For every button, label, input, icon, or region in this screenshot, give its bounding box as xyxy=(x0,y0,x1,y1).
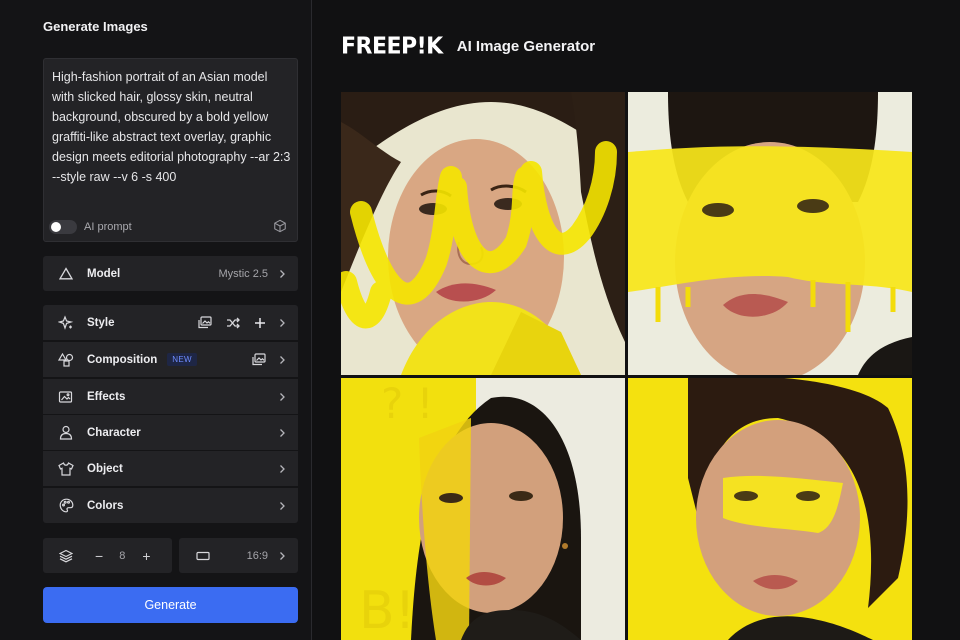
generated-image-1[interactable] xyxy=(341,92,625,375)
prompt-textarea[interactable]: High-fashion portrait of an Asian model … xyxy=(43,58,298,242)
image-reference-icon[interactable] xyxy=(198,316,212,329)
image-count-value: 8 xyxy=(119,549,126,562)
layers-icon xyxy=(59,549,73,562)
add-icon[interactable] xyxy=(254,317,266,329)
chevron-right-icon xyxy=(280,464,285,473)
product-title: AI Image Generator xyxy=(456,38,596,55)
chevron-right-icon xyxy=(280,392,285,401)
panel-title: Generate Images xyxy=(43,19,148,34)
prompt-text[interactable]: High-fashion portrait of an Asian model … xyxy=(52,67,292,187)
generated-image-2[interactable] xyxy=(628,92,912,375)
generate-button[interactable]: Generate xyxy=(43,587,298,623)
option-colors[interactable]: Colors xyxy=(43,488,298,523)
chevron-right-icon xyxy=(280,551,285,560)
chevron-right-icon xyxy=(280,318,285,327)
palette-icon xyxy=(58,498,74,514)
option-composition[interactable]: Composition NEW xyxy=(43,342,298,377)
freepik-logo[interactable]: FREEP!K xyxy=(341,33,443,59)
shuffle-icon[interactable] xyxy=(226,317,240,329)
generated-image-3[interactable]: ? ! B!O xyxy=(341,378,625,640)
option-effects[interactable]: Effects xyxy=(43,379,298,414)
person-icon xyxy=(58,425,74,441)
option-character[interactable]: Character xyxy=(43,415,298,450)
triangle-icon xyxy=(58,266,74,282)
model-value: Mystic 2.5 xyxy=(218,267,268,280)
shapes-icon xyxy=(58,352,74,368)
brand-header: FREEP!K AI Image Generator xyxy=(341,33,596,59)
ai-prompt-toggle[interactable] xyxy=(49,220,77,234)
chevron-right-icon xyxy=(280,355,285,364)
new-badge: NEW xyxy=(167,353,197,366)
model-label: Model xyxy=(87,267,121,280)
chevron-right-icon xyxy=(280,428,285,437)
aspect-ratio-icon xyxy=(196,551,210,560)
shirt-icon xyxy=(58,461,74,477)
image-count-control: − 8 + xyxy=(43,538,172,573)
cube-icon[interactable] xyxy=(273,219,287,233)
settings-panel: Generate Images High-fashion portrait of… xyxy=(0,0,312,640)
generated-image-4[interactable] xyxy=(628,378,912,640)
decrease-count-button[interactable]: − xyxy=(95,548,103,564)
svg-text:? !: ? ! xyxy=(381,379,433,428)
option-label: Object xyxy=(87,462,123,475)
option-label: Effects xyxy=(87,390,126,403)
image-reference-icon[interactable] xyxy=(252,353,266,366)
image-effects-icon xyxy=(58,389,74,405)
option-object[interactable]: Object xyxy=(43,451,298,486)
option-label: Style xyxy=(87,316,115,329)
ai-prompt-label: AI prompt xyxy=(84,221,132,233)
model-selector[interactable]: Model Mystic 2.5 xyxy=(43,256,298,291)
option-label: Composition xyxy=(87,353,158,366)
option-label: Colors xyxy=(87,499,124,512)
option-style[interactable]: Style xyxy=(43,305,298,340)
chevron-right-icon xyxy=(280,501,285,510)
option-label: Character xyxy=(87,426,141,439)
results-grid: ? ! B!O xyxy=(341,92,912,640)
chevron-right-icon xyxy=(280,269,285,278)
aspect-ratio-value: 16:9 xyxy=(246,549,268,562)
sparkle-icon xyxy=(58,314,74,331)
increase-count-button[interactable]: + xyxy=(142,548,150,564)
aspect-ratio-selector[interactable]: 16:9 xyxy=(179,538,298,573)
